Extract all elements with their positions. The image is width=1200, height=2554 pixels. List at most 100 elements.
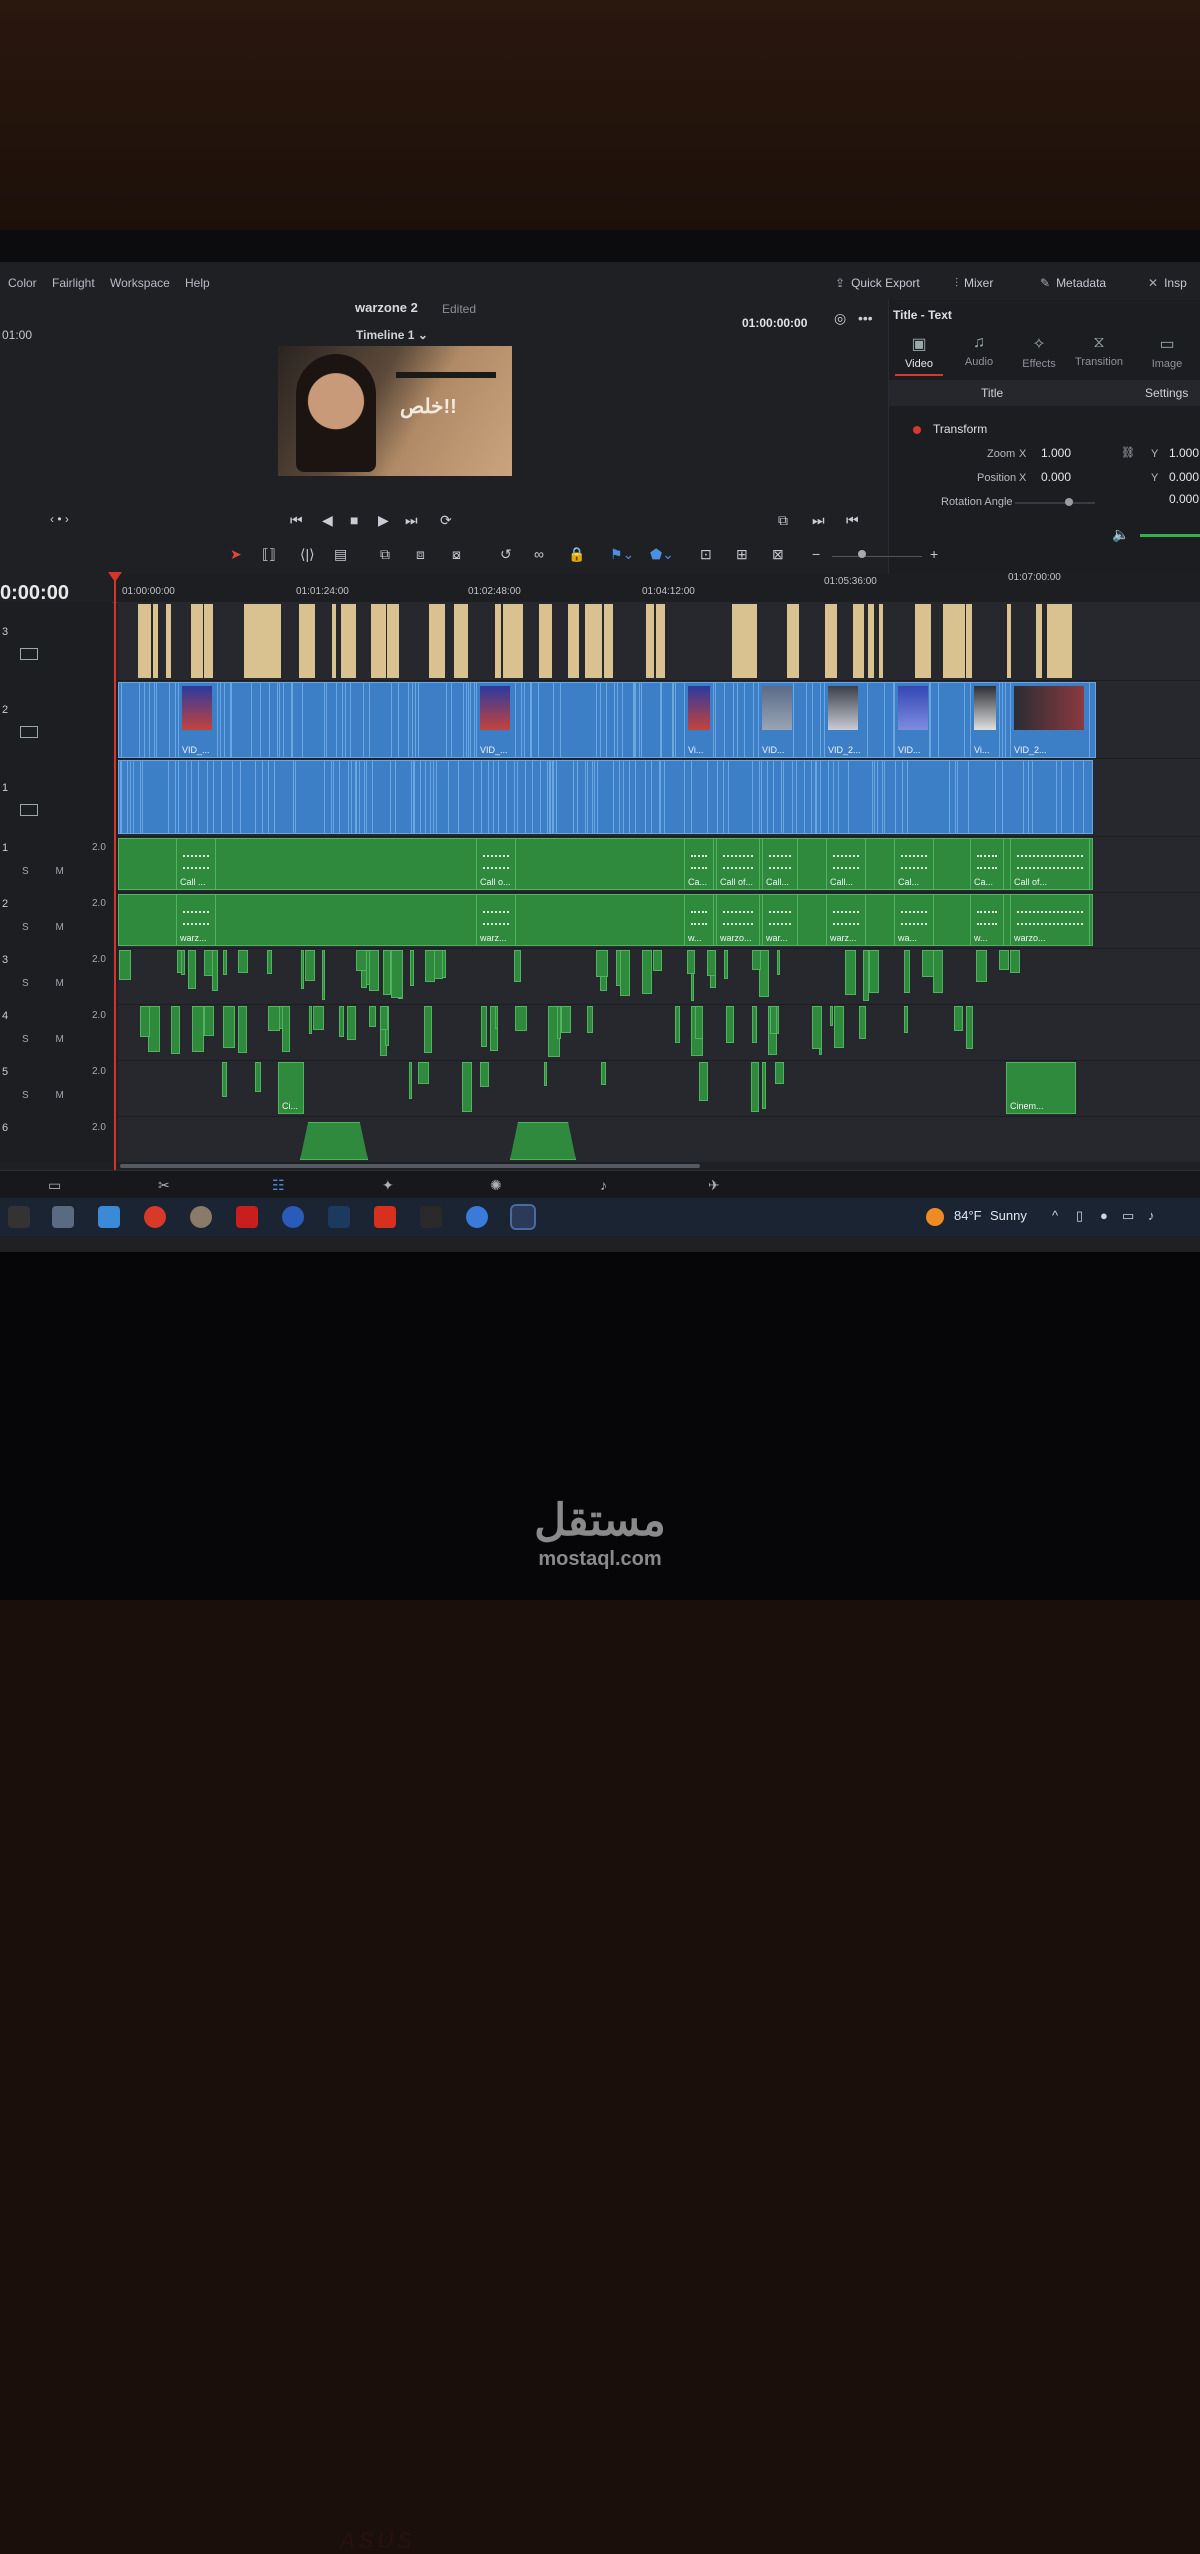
video-clip[interactable] <box>268 760 275 834</box>
audio-clip[interactable] <box>181 950 185 975</box>
marker-icon[interactable]: ⬟⌄ <box>650 546 674 563</box>
browser-icon[interactable] <box>466 1206 488 1228</box>
audio-clip[interactable] <box>418 1062 429 1084</box>
video-clip[interactable] <box>930 682 939 758</box>
video-clip[interactable] <box>121 760 128 834</box>
audio-clip[interactable] <box>869 950 879 993</box>
weather-temperature[interactable]: 84°F <box>954 1208 982 1223</box>
more-options-icon[interactable]: ••• <box>858 310 873 326</box>
video-clip[interactable] <box>168 760 176 834</box>
loop-icon[interactable]: ⟳ <box>440 512 452 529</box>
audio-clip[interactable] <box>596 950 608 977</box>
video-clip[interactable] <box>532 760 541 834</box>
audio-clip[interactable] <box>775 1062 784 1084</box>
video-clip[interactable] <box>635 682 640 758</box>
audio-clip[interactable] <box>383 950 391 995</box>
audio-clip[interactable] <box>751 1062 759 1112</box>
audio-clip[interactable] <box>999 950 1009 970</box>
video-clip[interactable]: Vi... <box>684 682 714 758</box>
quick-export-button[interactable]: ⇪ Quick Export <box>835 276 920 290</box>
video-clip[interactable] <box>752 760 760 834</box>
title-clip[interactable] <box>966 604 972 678</box>
video-clip[interactable]: VID_2... <box>824 682 868 758</box>
timeline-scrollbar[interactable] <box>120 1164 700 1168</box>
video-clip[interactable] <box>783 760 793 834</box>
link-clips-icon[interactable]: ∞ <box>534 546 544 562</box>
audio-clip[interactable] <box>699 1062 708 1101</box>
solo-mute-buttons[interactable]: S M <box>22 1034 76 1045</box>
zoom-x-value[interactable]: 1.000 <box>1041 446 1071 460</box>
video-clip[interactable] <box>414 760 421 834</box>
tab-video[interactable]: ▣ Video <box>889 334 949 376</box>
audio-clip[interactable] <box>966 1006 973 1049</box>
audio-clip[interactable] <box>238 950 248 973</box>
inspector-button[interactable]: ✕ Insp <box>1148 276 1187 290</box>
audio-clip[interactable] <box>238 1006 247 1053</box>
timeline-lanes[interactable]: VID_... VID_... Vi... VID... VID_2... VI… <box>118 602 1200 1162</box>
tab-transition[interactable]: ⧖ Transition <box>1069 334 1129 368</box>
video-clip[interactable] <box>619 760 624 834</box>
title-clip[interactable] <box>604 604 613 678</box>
audio-clip[interactable] <box>309 1006 312 1034</box>
audio-clip[interactable] <box>212 950 218 991</box>
video-clip[interactable] <box>949 760 956 834</box>
video-clip[interactable] <box>213 760 222 834</box>
amd-icon[interactable] <box>236 1206 258 1228</box>
title-clip[interactable] <box>646 604 654 678</box>
video-clip[interactable] <box>661 682 673 758</box>
video-clip[interactable]: Vi... <box>970 682 1000 758</box>
title-clip[interactable] <box>269 604 281 678</box>
camera-icon[interactable] <box>52 1206 74 1228</box>
title-clip[interactable] <box>244 604 257 678</box>
title-clip[interactable] <box>585 604 595 678</box>
video-clip[interactable] <box>448 760 459 834</box>
video-clip[interactable] <box>293 760 296 834</box>
title-clip[interactable] <box>461 604 468 678</box>
video-clip[interactable] <box>336 682 343 758</box>
audio-clip[interactable] <box>642 950 652 994</box>
headset-app-icon[interactable] <box>282 1206 304 1228</box>
audio-clip[interactable] <box>954 1006 963 1031</box>
audio-clip[interactable] <box>192 1006 204 1052</box>
video-clip[interactable] <box>622 682 634 758</box>
audio-clip[interactable] <box>762 1062 766 1109</box>
zoom-slider-handle[interactable] <box>858 550 866 558</box>
snapping-icon[interactable]: ↺ <box>500 546 512 563</box>
skip-end-icon[interactable]: ⏭ <box>405 512 418 529</box>
audio-clip[interactable] <box>300 1122 368 1160</box>
title-clip[interactable] <box>512 604 523 678</box>
rotation-slider-handle[interactable] <box>1065 498 1073 506</box>
audio-clip[interactable] <box>268 1006 280 1031</box>
microphone-icon[interactable]: ● <box>1100 1208 1108 1223</box>
audio-clip[interactable]: war... <box>762 894 798 946</box>
video-clip[interactable] <box>707 760 718 834</box>
video-clip[interactable] <box>684 760 692 834</box>
audio-clip[interactable]: Call... <box>826 838 866 890</box>
video-clip[interactable] <box>415 682 419 758</box>
timeline-ruler[interactable]: 01:00:00:00 01:01:24:00 01:02:48:00 01:0… <box>112 572 1200 603</box>
media-page-icon[interactable]: ▭ <box>48 1177 61 1194</box>
menu-color[interactable]: Color <box>8 276 37 290</box>
audio-clip[interactable] <box>724 950 728 979</box>
stop-icon[interactable]: ■ <box>350 512 358 528</box>
audio-clip[interactable]: Call of... <box>716 838 760 890</box>
media-app-icon[interactable] <box>420 1206 442 1228</box>
video-clip[interactable] <box>761 760 768 834</box>
video-clip[interactable] <box>139 682 145 758</box>
title-clip[interactable] <box>744 604 757 678</box>
title-clip[interactable] <box>1036 604 1042 678</box>
video-clip[interactable] <box>796 760 805 834</box>
color-page-icon[interactable]: ✺ <box>490 1177 502 1194</box>
timeline-selector[interactable]: Timeline 1 ⌄ <box>356 328 428 342</box>
deliver-page-icon[interactable]: ✈ <box>708 1177 720 1194</box>
bolt-app-icon[interactable] <box>374 1206 396 1228</box>
playhead[interactable] <box>114 574 116 1174</box>
metadata-button[interactable]: ✎ Metadata <box>1040 276 1106 290</box>
audio-clip[interactable] <box>510 1122 576 1160</box>
audio-clip[interactable] <box>222 1062 227 1097</box>
title-clip[interactable] <box>454 604 461 678</box>
video-clip[interactable] <box>169 682 176 758</box>
video-clip[interactable] <box>283 682 292 758</box>
audio-clip[interactable] <box>282 1006 290 1052</box>
audio-clip[interactable] <box>557 1006 561 1039</box>
